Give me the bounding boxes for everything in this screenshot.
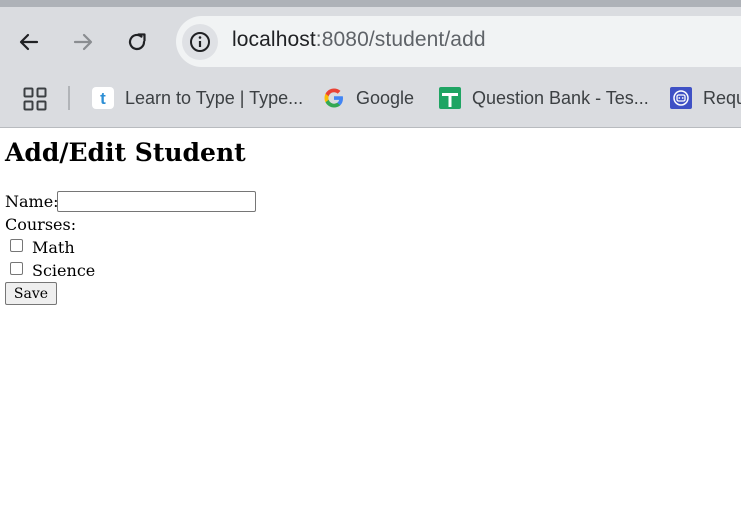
name-input[interactable]	[57, 191, 256, 212]
typing-t-icon: t	[91, 86, 115, 110]
apps-button[interactable]	[23, 87, 47, 111]
bookmark-requ[interactable]: Requ	[669, 84, 741, 112]
math-checkbox[interactable]	[10, 239, 23, 252]
robot-icon	[669, 86, 693, 110]
browser-toolbar: localhost:8080/student/add	[0, 7, 741, 75]
bookmark-label: Google	[356, 87, 415, 108]
forward-button[interactable]	[69, 28, 97, 56]
science-label: Science	[32, 261, 96, 280]
page-title: Add/Edit Student	[5, 138, 246, 167]
url-host: localhost	[232, 28, 316, 51]
sheets-plus-icon	[438, 86, 462, 110]
bookmark-label: Learn to Type | Type...	[125, 87, 304, 108]
bookmark-question-bank[interactable]: Question Bank - Tes...	[438, 84, 649, 112]
url-path: :8080/student/add	[315, 28, 486, 51]
arrow-left-icon	[19, 33, 39, 51]
google-g-icon	[322, 86, 346, 110]
math-label: Math	[32, 238, 75, 257]
bookmarks-separator	[68, 86, 70, 110]
save-button[interactable]: Save	[5, 282, 57, 305]
site-info-button[interactable]	[182, 24, 218, 60]
name-label: Name:	[5, 192, 59, 211]
reload-icon	[128, 33, 146, 51]
svg-text:t: t	[100, 89, 106, 108]
science-checkbox[interactable]	[10, 262, 23, 275]
page-content: Add/Edit Student Name: Courses: Math Sci…	[0, 128, 741, 510]
apps-grid-icon	[23, 87, 47, 111]
bookmark-label: Requ	[703, 87, 741, 108]
back-button[interactable]	[15, 28, 43, 56]
arrow-right-icon	[73, 33, 93, 51]
reload-button[interactable]	[123, 28, 151, 56]
bookmark-label: Question Bank - Tes...	[472, 87, 649, 108]
bookmark-google[interactable]: Google	[322, 84, 414, 112]
address-bar[interactable]: localhost:8080/student/add	[176, 16, 741, 67]
bookmark-learn-to-type[interactable]: t Learn to Type | Type...	[91, 84, 303, 112]
info-icon	[190, 32, 210, 52]
url-text[interactable]: localhost:8080/student/add	[232, 28, 486, 52]
bookmarks-bar: t Learn to Type | Type... Google Questio…	[0, 75, 741, 127]
window-top-strip	[0, 0, 741, 7]
courses-label: Courses:	[5, 215, 77, 234]
